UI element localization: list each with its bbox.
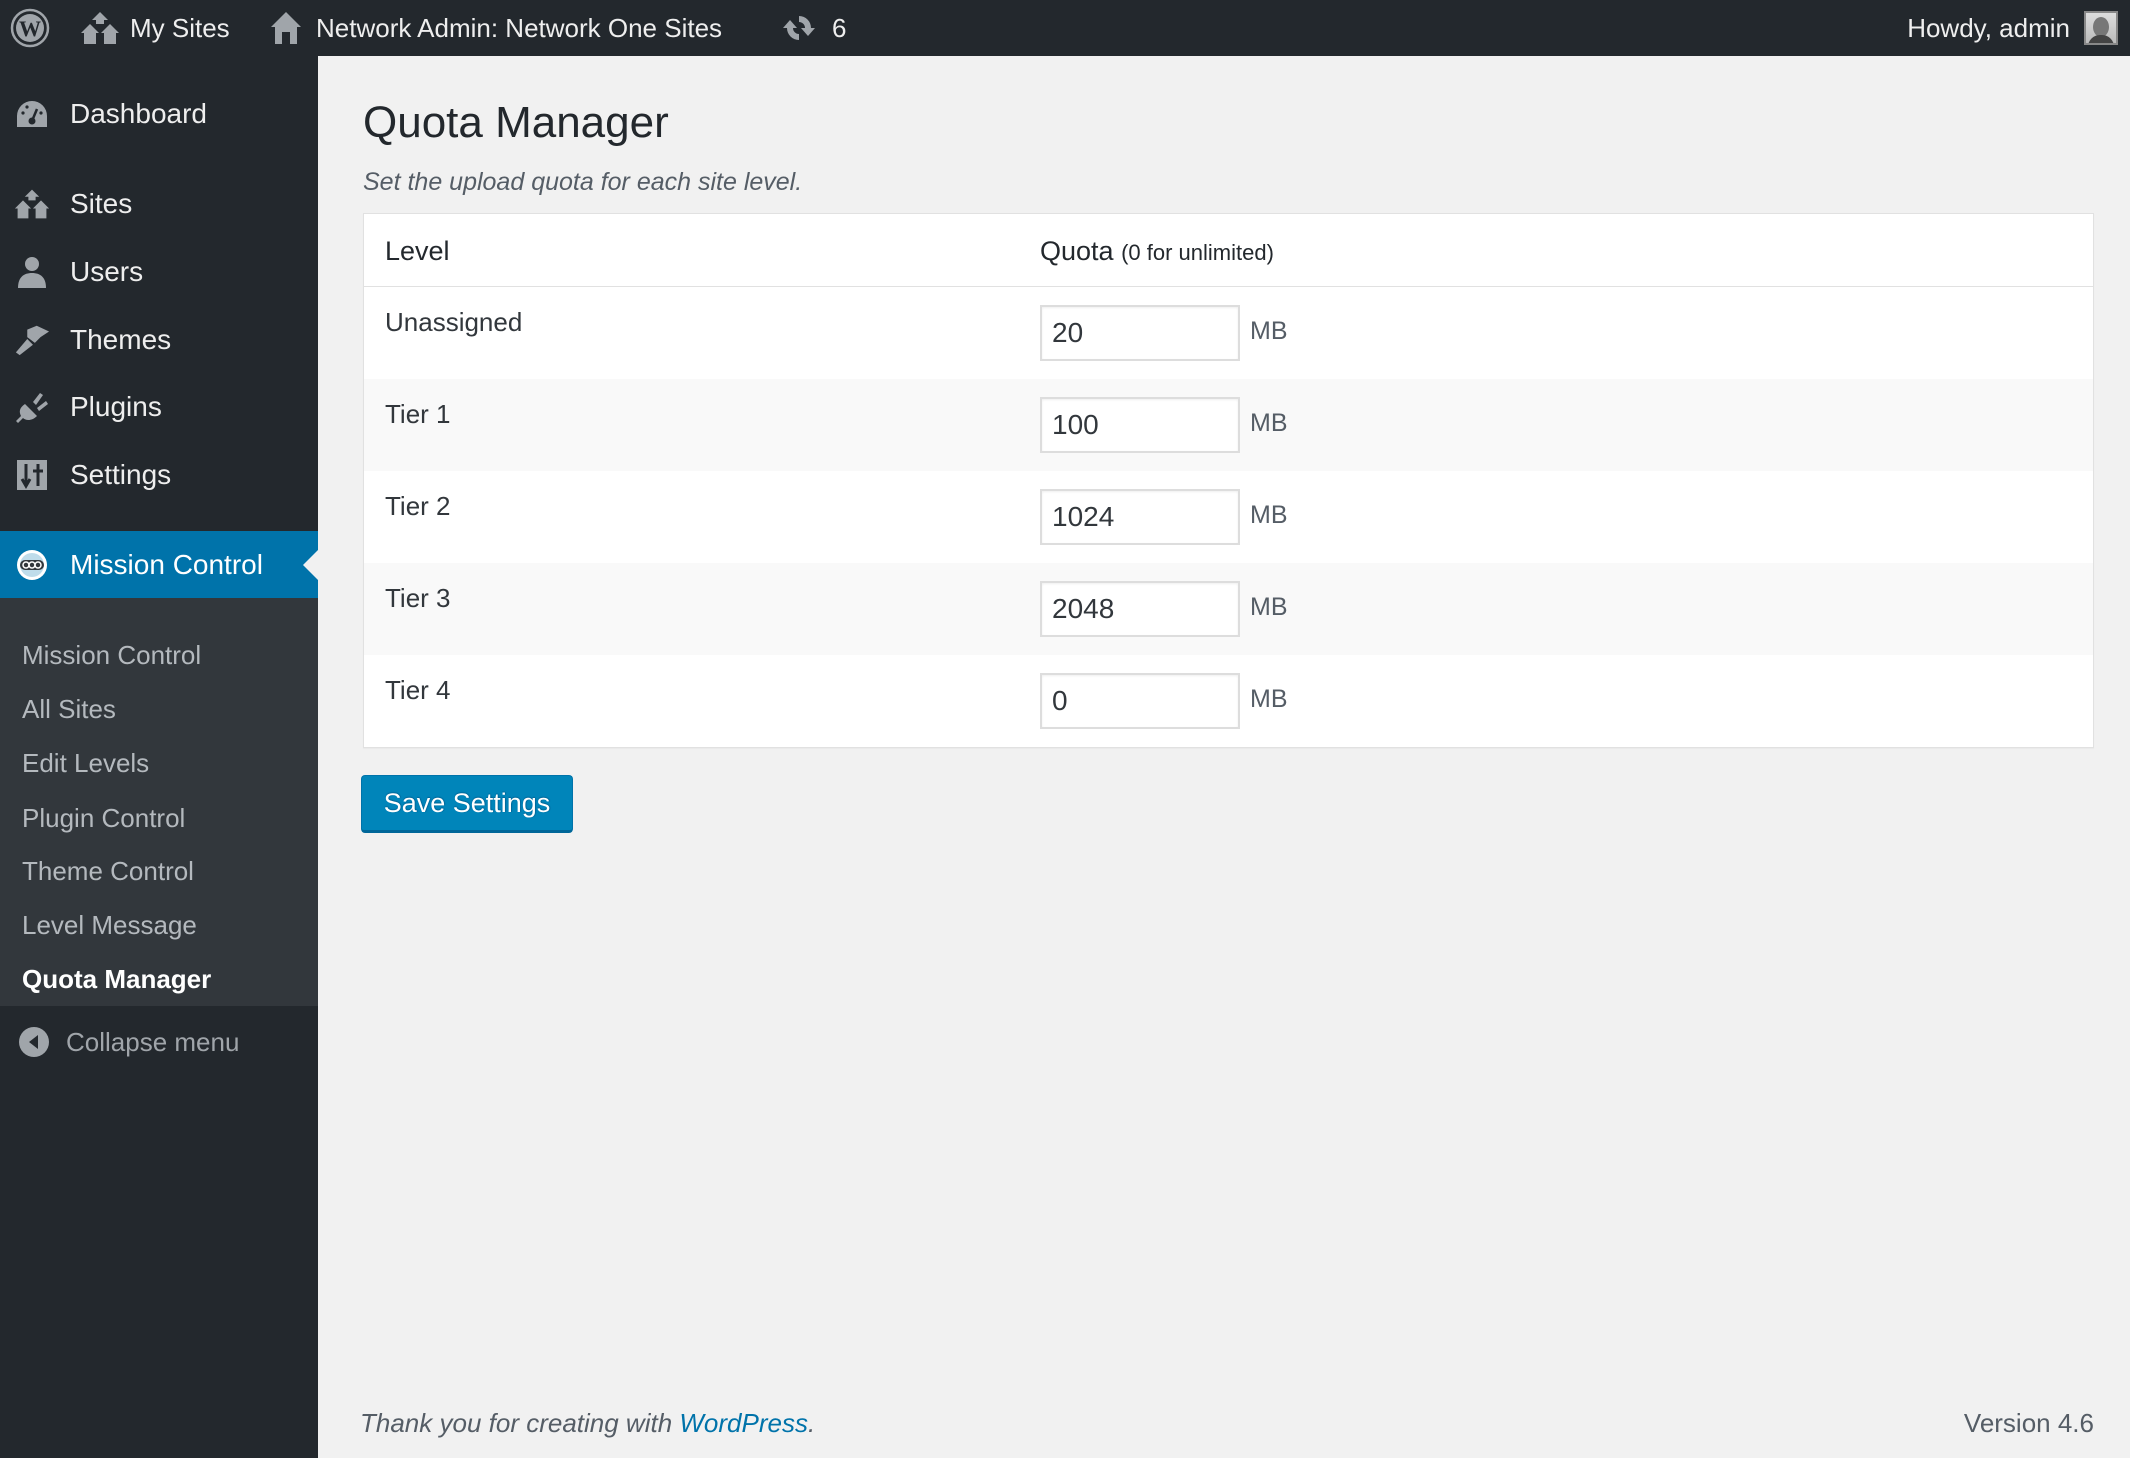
admin-bar: W My Sites Network Admin: Network One Si… (0, 0, 2130, 56)
mission-control-submenu: Mission Control All Sites Edit Levels Pl… (0, 598, 318, 1006)
footer-thanks-prefix: Thank you for creating with (360, 1408, 680, 1438)
sidebar-item-label: Mission Control (70, 548, 263, 580)
sidebar-item-users[interactable]: Users (0, 242, 318, 302)
column-header-level: Level (385, 236, 450, 266)
my-sites-menu[interactable]: My Sites (80, 0, 230, 56)
sidebar-item-label: Settings (70, 459, 172, 490)
quota-unit: MB (1250, 317, 1288, 345)
my-sites-label: My Sites (130, 12, 230, 43)
admin-sidebar: Dashboard Sites Users Themes Plugins Set… (0, 56, 318, 1458)
level-name: Tier 2 (385, 491, 451, 521)
page-title: Quota Manager (363, 98, 669, 147)
active-menu-arrow (303, 550, 318, 580)
quota-unit: MB (1250, 409, 1288, 437)
submenu-item-mission-control[interactable]: Mission Control (22, 640, 201, 671)
page-description: Set the upload quota for each site level… (363, 168, 803, 196)
users-icon (14, 254, 50, 290)
themes-icon (14, 322, 50, 358)
sidebar-item-mission-control[interactable]: Mission Control (0, 531, 318, 598)
account-menu[interactable]: Howdy, admin (1907, 0, 2118, 56)
sidebar-item-dashboard[interactable]: Dashboard (0, 84, 318, 144)
table-row: Tier 1 MB (364, 379, 2093, 471)
dashboard-icon (14, 96, 50, 132)
footer-thanks-suffix: . (807, 1408, 816, 1438)
wordpress-logo-icon: W (10, 8, 50, 48)
quota-header-label: Quota (1040, 236, 1114, 266)
sidebar-item-label: Themes (70, 324, 172, 355)
table-row: Tier 2 MB (364, 471, 2093, 563)
collapse-menu-button[interactable]: Collapse menu (0, 1022, 239, 1062)
level-name: Tier 3 (385, 583, 451, 613)
table-row: Unassigned MB (364, 287, 2093, 379)
submenu-item-level-message[interactable]: Level Message (22, 910, 197, 941)
settings-icon (14, 457, 50, 493)
level-name: Unassigned (385, 307, 523, 337)
save-settings-button[interactable]: Save Settings (361, 775, 573, 833)
quota-input-unassigned[interactable] (1040, 305, 1240, 361)
table-row: Tier 4 MB (364, 655, 2093, 747)
sidebar-item-label: Users (70, 256, 144, 287)
updates-menu[interactable]: 6 (782, 0, 846, 56)
quota-input-tier-2[interactable] (1040, 489, 1240, 545)
footer-version: Version 4.6 (1963, 1408, 2094, 1438)
network-admin-menu[interactable]: Network Admin: Network One Sites (270, 0, 722, 56)
avatar (2084, 11, 2118, 45)
quota-header-note: (0 for unlimited) (1121, 240, 1274, 265)
submenu-item-plugin-control[interactable]: Plugin Control (22, 803, 185, 834)
quota-input-tier-4[interactable] (1040, 673, 1240, 729)
submenu-item-theme-control[interactable]: Theme Control (22, 856, 194, 887)
wordpress-link[interactable]: WordPress (679, 1408, 808, 1438)
home-icon (270, 10, 302, 46)
plugins-icon (14, 389, 50, 425)
svg-text:W: W (19, 16, 41, 41)
sidebar-item-label: Plugins (70, 391, 162, 422)
main-content: Quota Manager Set the upload quota for e… (318, 56, 2130, 1458)
wordpress-logo-menu[interactable]: W (10, 0, 50, 56)
quota-unit: MB (1250, 501, 1288, 529)
level-name: Tier 4 (385, 675, 451, 705)
sidebar-item-themes[interactable]: Themes (0, 310, 318, 370)
footer-thanks: Thank you for creating with WordPress. (360, 1408, 815, 1439)
updates-icon (782, 11, 816, 45)
sites-icon (14, 186, 50, 222)
collapse-arrow-icon (18, 1026, 50, 1058)
table-row: Tier 3 MB (364, 563, 2093, 655)
table-header: Level Quota (0 for unlimited) (364, 214, 2093, 287)
sites-icon (80, 10, 120, 46)
mission-control-icon (14, 547, 50, 583)
sidebar-item-sites[interactable]: Sites (0, 174, 318, 234)
quota-table: Level Quota (0 for unlimited) Unassigned… (363, 213, 2094, 748)
collapse-menu-label: Collapse menu (66, 1026, 240, 1057)
sidebar-item-plugins[interactable]: Plugins (0, 377, 318, 437)
quota-unit: MB (1250, 685, 1288, 713)
sidebar-item-settings[interactable]: Settings (0, 445, 318, 505)
submenu-item-quota-manager[interactable]: Quota Manager (22, 964, 211, 995)
quota-input-tier-1[interactable] (1040, 397, 1240, 453)
quota-unit: MB (1250, 593, 1288, 621)
submenu-item-all-sites[interactable]: All Sites (22, 694, 116, 725)
submenu-item-edit-levels[interactable]: Edit Levels (22, 748, 149, 779)
updates-count: 6 (832, 12, 847, 43)
sidebar-item-label: Dashboard (70, 98, 207, 129)
sidebar-item-label: Sites (70, 188, 133, 219)
level-name: Tier 1 (385, 399, 451, 429)
quota-input-tier-3[interactable] (1040, 581, 1240, 637)
network-admin-label: Network Admin: Network One Sites (316, 12, 723, 43)
howdy-label: Howdy, admin (1907, 12, 2070, 43)
column-header-quota: Quota (0 for unlimited) (1040, 236, 1274, 267)
